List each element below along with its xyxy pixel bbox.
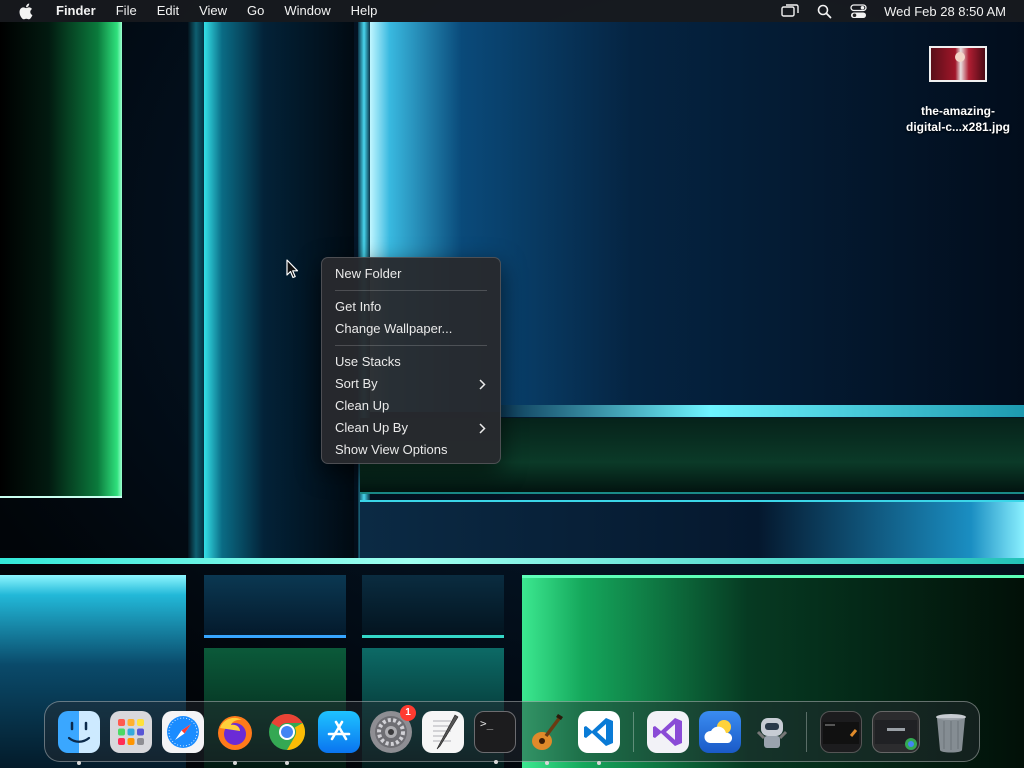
menu-separator (335, 290, 487, 291)
dock-app-chrome[interactable] (266, 711, 308, 765)
visual-studio-icon (653, 717, 682, 746)
screen-mirroring-icon[interactable] (780, 3, 800, 19)
guitar-icon (532, 713, 563, 750)
menu-item-label: New Folder (335, 266, 402, 281)
menu-item-label: Sort By (335, 376, 378, 391)
dock-app-app-store[interactable] (318, 710, 360, 753)
mouse-pointer-icon (286, 259, 299, 279)
running-indicator (545, 760, 549, 765)
dock-app-vscode[interactable] (578, 710, 620, 765)
desktop-file-label-line: digital-c...x281.jpg (905, 120, 1011, 134)
dock-app-launchpad[interactable] (110, 710, 152, 753)
notification-badge: 1 (400, 704, 416, 721)
dock-app-automator[interactable] (751, 711, 793, 753)
weather-cloud-icon (704, 719, 733, 743)
menu-view[interactable]: View (189, 0, 237, 22)
dock-separator (633, 711, 634, 752)
running-indicator (233, 760, 237, 765)
menu-item-new-folder[interactable]: New Folder (322, 263, 500, 285)
app-store-icon (327, 720, 351, 740)
chrome-window-thumbnail-icon (875, 719, 917, 750)
textedit-icon (433, 714, 459, 749)
wallpaper-shape (500, 405, 1024, 417)
menu-app-finder[interactable]: Finder (50, 0, 106, 22)
desktop-wallpaper[interactable] (0, 0, 1024, 768)
window-thumbnail-icon (823, 721, 859, 744)
dock-minimized-window[interactable] (820, 710, 862, 753)
dock-app-firefox[interactable] (214, 711, 256, 765)
vscode-icon (584, 717, 613, 746)
wallpaper-shape (204, 575, 346, 638)
menu-item-label: Clean Up By (335, 420, 408, 435)
dock-app-visual-studio[interactable] (647, 710, 689, 753)
menu-item-label: Show View Options (335, 442, 448, 457)
running-indicator (597, 760, 601, 765)
menu-file[interactable]: File (106, 0, 147, 22)
menu-bar-right: Wed Feb 28 8:50 AM (766, 0, 1024, 22)
dock-app-textedit[interactable] (422, 710, 464, 753)
running-indicator (77, 760, 81, 765)
dock: 1 >_ (44, 701, 980, 765)
firefox-icon (218, 715, 252, 750)
wallpaper-shape (188, 22, 204, 562)
desktop-file-label: the-amazing- digital-c...x281.jpg (894, 103, 1022, 135)
menu-item-label: Change Wallpaper... (335, 321, 453, 336)
menu-item-label: Use Stacks (335, 354, 401, 369)
dock-trash[interactable] (930, 711, 972, 753)
spotlight-search-icon[interactable] (814, 3, 834, 19)
menu-item-clean-up-by[interactable]: Clean Up By (322, 417, 500, 439)
dock-minimized-chrome-window[interactable] (872, 710, 920, 753)
desktop-file-label-line: the-amazing- (920, 104, 995, 118)
menu-item-label: Get Info (335, 299, 382, 314)
file-thumbnail[interactable] (929, 46, 987, 82)
dock-app-finder[interactable] (58, 710, 100, 765)
dock-app-weather[interactable] (699, 710, 741, 753)
running-indicator (285, 760, 289, 765)
dock-separator (806, 711, 807, 752)
desktop-file-item[interactable]: the-amazing- digital-c...x281.jpg (894, 44, 1022, 135)
menu-item-sort-by[interactable]: Sort By (322, 373, 500, 395)
dock-app-terminal[interactable]: >_ (474, 710, 516, 764)
menu-bar-left: Finder File Edit View Go Window Help (0, 0, 387, 22)
menu-item-get-info[interactable]: Get Info (322, 296, 500, 318)
launchpad-icon (118, 718, 144, 745)
menu-item-use-stacks[interactable]: Use Stacks (322, 351, 500, 373)
menu-edit[interactable]: Edit (147, 0, 189, 22)
automator-robot-icon (756, 717, 788, 748)
terminal-prompt-icon: >_ (480, 716, 494, 730)
wallpaper-shape (360, 500, 1024, 560)
chrome-icon (269, 713, 306, 750)
dock-app-system-settings[interactable]: 1 (370, 704, 416, 753)
dock-app-safari[interactable] (162, 710, 204, 753)
menu-bar: Finder File Edit View Go Window Help Wed… (0, 0, 1024, 22)
chevron-right-icon (479, 373, 486, 395)
control-center-icon[interactable] (848, 3, 868, 19)
trash-icon (936, 713, 966, 752)
running-indicator (494, 759, 498, 764)
menu-item-clean-up[interactable]: Clean Up (322, 395, 500, 417)
menu-window[interactable]: Window (274, 0, 340, 22)
menu-item-label: Clean Up (335, 398, 390, 413)
wallpaper-shape (0, 558, 1024, 564)
menu-go[interactable]: Go (237, 0, 274, 22)
safari-compass-icon (167, 715, 199, 748)
menu-item-change-wallpaper[interactable]: Change Wallpaper... (322, 318, 500, 340)
chevron-right-icon (479, 417, 486, 439)
desktop-context-menu: New Folder Get Info Change Wallpaper... … (321, 257, 501, 464)
finder-icon (67, 721, 91, 743)
menu-bar-clock[interactable]: Wed Feb 28 8:50 AM (884, 4, 1006, 19)
menu-item-show-view-options[interactable]: Show View Options (322, 439, 500, 461)
wallpaper-shape (0, 22, 122, 498)
menu-separator (335, 345, 487, 346)
dock-app-garageband[interactable] (526, 711, 568, 765)
menu-help[interactable]: Help (341, 0, 388, 22)
apple-logo-icon[interactable] (18, 2, 36, 20)
wallpaper-shape (362, 575, 504, 638)
